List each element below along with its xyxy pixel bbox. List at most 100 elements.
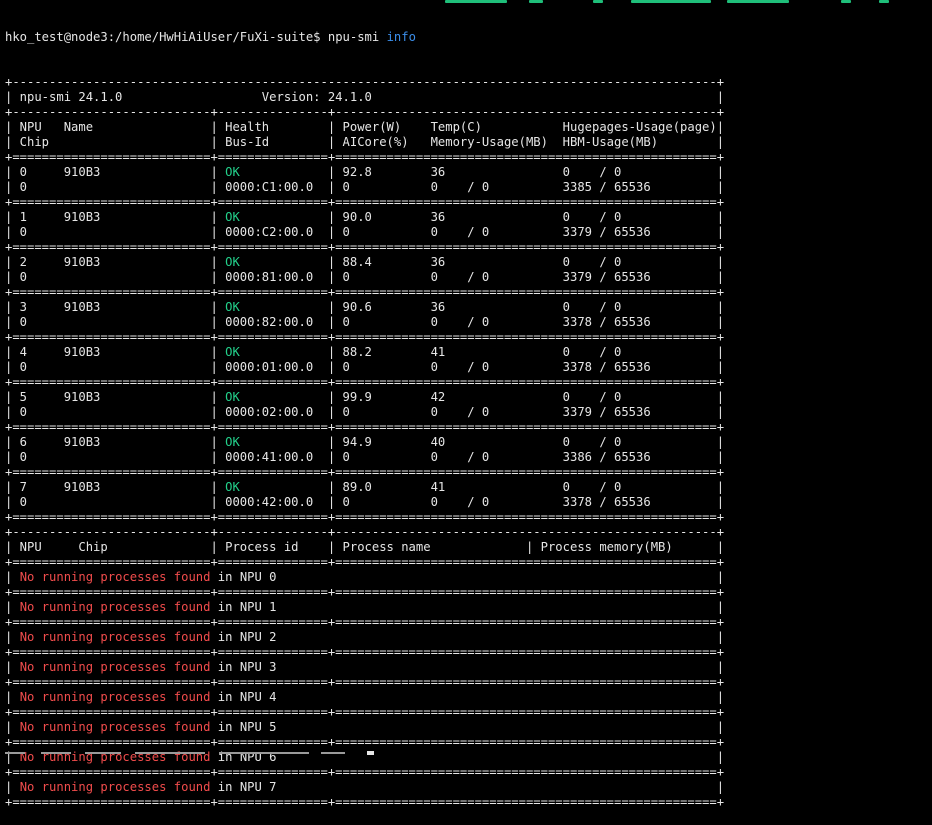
terminal-text: +---------------------------+-----------… (5, 105, 725, 119)
terminal-text: +===========================+===========… (5, 645, 725, 659)
terminal-line: | 6 910B3 | OK | 94.9 40 0 / 0 | (5, 435, 724, 450)
terminal-text: | 0 910B3 | (5, 165, 226, 179)
terminal-line: +===========================+===========… (5, 705, 724, 720)
terminal-text: | (5, 720, 20, 734)
terminal-line: | 3 910B3 | OK | 90.6 36 0 / 0 | (5, 300, 724, 315)
no-process-warning: No running processes found (19, 630, 211, 644)
health-ok-text: OK (225, 390, 240, 404)
terminal-text: | 90.0 36 0 / 0 | (239, 210, 725, 224)
shell-prompt-line: hko_test@node3:/home/HwHiAiUser/FuXi-sui… (5, 30, 724, 45)
terminal-text: | (5, 780, 20, 794)
no-process-warning: No running processes found (19, 780, 211, 794)
shell-command: npu-smi (327, 30, 380, 44)
terminal-text: | 88.2 41 0 / 0 | (239, 345, 725, 359)
terminal-text: +===========================+===========… (5, 510, 725, 524)
terminal-line: +---------------------------+-----------… (5, 105, 724, 120)
terminal-text: | 1 910B3 | (5, 210, 226, 224)
terminal-text: +===========================+===========… (5, 795, 725, 809)
terminal-text: in NPU 4 | (210, 690, 725, 704)
terminal-line: | 4 910B3 | OK | 88.2 41 0 / 0 | (5, 345, 724, 360)
terminal-line: | 0 | 0000:82:00.0 | 0 0 / 0 3378 / 6553… (5, 315, 724, 330)
terminal-line: +===========================+===========… (5, 465, 724, 480)
terminal-text: | 6 910B3 | (5, 435, 226, 449)
terminal-line: | No running processes found in NPU 2 | (5, 630, 724, 645)
terminal-line: +===========================+===========… (5, 765, 724, 780)
terminal-text: +===========================+===========… (5, 675, 725, 689)
terminal-text: | (5, 660, 20, 674)
terminal-text: in NPU 7 | (210, 780, 725, 794)
terminal-line: +===========================+===========… (5, 585, 724, 600)
terminal-line: | No running processes found in NPU 5 | (5, 720, 724, 735)
terminal-line: | Chip | Bus-Id | AICore(%) Memory-Usage… (5, 135, 724, 150)
terminal-text: +===========================+===========… (5, 330, 725, 344)
terminal-line: | 0 | 0000:01:00.0 | 0 0 / 0 3378 / 6553… (5, 360, 724, 375)
terminal-text: +===========================+===========… (5, 615, 725, 629)
terminal-line: +===========================+===========… (5, 330, 724, 345)
terminal-text: | NPU Chip | Process id | Process name |… (5, 540, 725, 554)
terminal-text: | 0 | 0000:02:00.0 | 0 0 / 0 3379 / 6553… (5, 405, 725, 419)
terminal-text: +===========================+===========… (5, 285, 725, 299)
terminal-text: | 0 | 0000:C1:00.0 | 0 0 / 0 3385 / 6553… (5, 180, 725, 194)
terminal-text: | 0 | 0000:81:00.0 | 0 0 / 0 3379 / 6553… (5, 270, 725, 284)
terminal-line: | No running processes found in NPU 4 | (5, 690, 724, 705)
terminal-text: | (5, 570, 20, 584)
terminal-text: | 7 910B3 | (5, 480, 226, 494)
terminal-line: +---------------------------------------… (5, 75, 724, 90)
terminal-output[interactable]: hko_test@node3:/home/HwHiAiUser/FuXi-sui… (5, 0, 724, 825)
terminal-line: | 0 | 0000:41:00.0 | 0 0 / 0 3386 / 6553… (5, 450, 724, 465)
terminal-text: | 90.6 36 0 / 0 | (239, 300, 725, 314)
terminal-text: | 2 910B3 | (5, 255, 226, 269)
no-process-warning: No running processes found (19, 660, 211, 674)
terminal-line: +===========================+===========… (5, 240, 724, 255)
terminal-line: | No running processes found in NPU 7 | (5, 780, 724, 795)
terminal-line: | 0 | 0000:C1:00.0 | 0 0 / 0 3385 / 6553… (5, 180, 724, 195)
terminal-text: | 0 | 0000:41:00.0 | 0 0 / 0 3386 / 6553… (5, 450, 725, 464)
no-process-warning: No running processes found (19, 570, 211, 584)
health-ok-text: OK (225, 165, 240, 179)
health-ok-text: OK (225, 435, 240, 449)
terminal-line: +===========================+===========… (5, 555, 724, 570)
terminal-line: +===========================+===========… (5, 375, 724, 390)
terminal-text: +===========================+===========… (5, 585, 725, 599)
terminal-line: | 2 910B3 | OK | 88.4 36 0 / 0 | (5, 255, 724, 270)
terminal-text: | 0 | 0000:C2:00.0 | 0 0 / 0 3379 / 6553… (5, 225, 725, 239)
no-process-warning: No running processes found (19, 720, 211, 734)
terminal-text: | 4 910B3 | (5, 345, 226, 359)
terminal-line: +===========================+===========… (5, 285, 724, 300)
terminal-text: +===========================+===========… (5, 735, 725, 749)
terminal-text: +===========================+===========… (5, 705, 725, 719)
terminal-text: in NPU 1 | (210, 600, 725, 614)
terminal-text: | (5, 690, 20, 704)
terminal-line: +===========================+===========… (5, 195, 724, 210)
terminal-text: | 99.9 42 0 / 0 | (239, 390, 725, 404)
terminal-text: | (5, 630, 20, 644)
terminal-text: | 89.0 41 0 / 0 | (239, 480, 725, 494)
npu-smi-table: +---------------------------------------… (5, 75, 724, 810)
terminal-line: +===========================+===========… (5, 510, 724, 525)
terminal-text: +===========================+===========… (5, 420, 725, 434)
terminal-text: +===========================+===========… (5, 150, 725, 164)
health-ok-text: OK (225, 480, 240, 494)
terminal-text: +===========================+===========… (5, 375, 725, 389)
terminal-line: | 5 910B3 | OK | 99.9 42 0 / 0 | (5, 390, 724, 405)
terminal-text: in NPU 0 | (210, 570, 725, 584)
terminal-text: in NPU 5 | (210, 720, 725, 734)
health-ok-text: OK (225, 345, 240, 359)
terminal-text: | NPU Name | Health | Power(W) Temp(C) H… (5, 120, 725, 134)
terminal-text: +===========================+===========… (5, 240, 725, 254)
terminal-line: | NPU Chip | Process id | Process name |… (5, 540, 724, 555)
terminal-line: | No running processes found in NPU 3 | (5, 660, 724, 675)
shell-prompt: hko_test@node3:/home/HwHiAiUser/FuXi-sui… (5, 30, 328, 44)
terminal-text: +===========================+===========… (5, 765, 725, 779)
next-prompt-remnant (5, 751, 375, 755)
terminal-line: | NPU Name | Health | Power(W) Temp(C) H… (5, 120, 724, 135)
terminal-text: | 0 | 0000:82:00.0 | 0 0 / 0 3378 / 6553… (5, 315, 725, 329)
terminal-text: +===========================+===========… (5, 195, 725, 209)
terminal-text: | npu-smi 24.1.0 Version: 24.1.0 | (5, 90, 725, 104)
terminal-line: | No running processes found in NPU 1 | (5, 600, 724, 615)
terminal-line: | 0 | 0000:C2:00.0 | 0 0 / 0 3379 / 6553… (5, 225, 724, 240)
terminal-line: +===========================+===========… (5, 795, 724, 810)
terminal-line: | 0 | 0000:81:00.0 | 0 0 / 0 3379 / 6553… (5, 270, 724, 285)
terminal-line: | 0 | 0000:42:00.0 | 0 0 / 0 3378 / 6553… (5, 495, 724, 510)
terminal-text: +===========================+===========… (5, 465, 725, 479)
